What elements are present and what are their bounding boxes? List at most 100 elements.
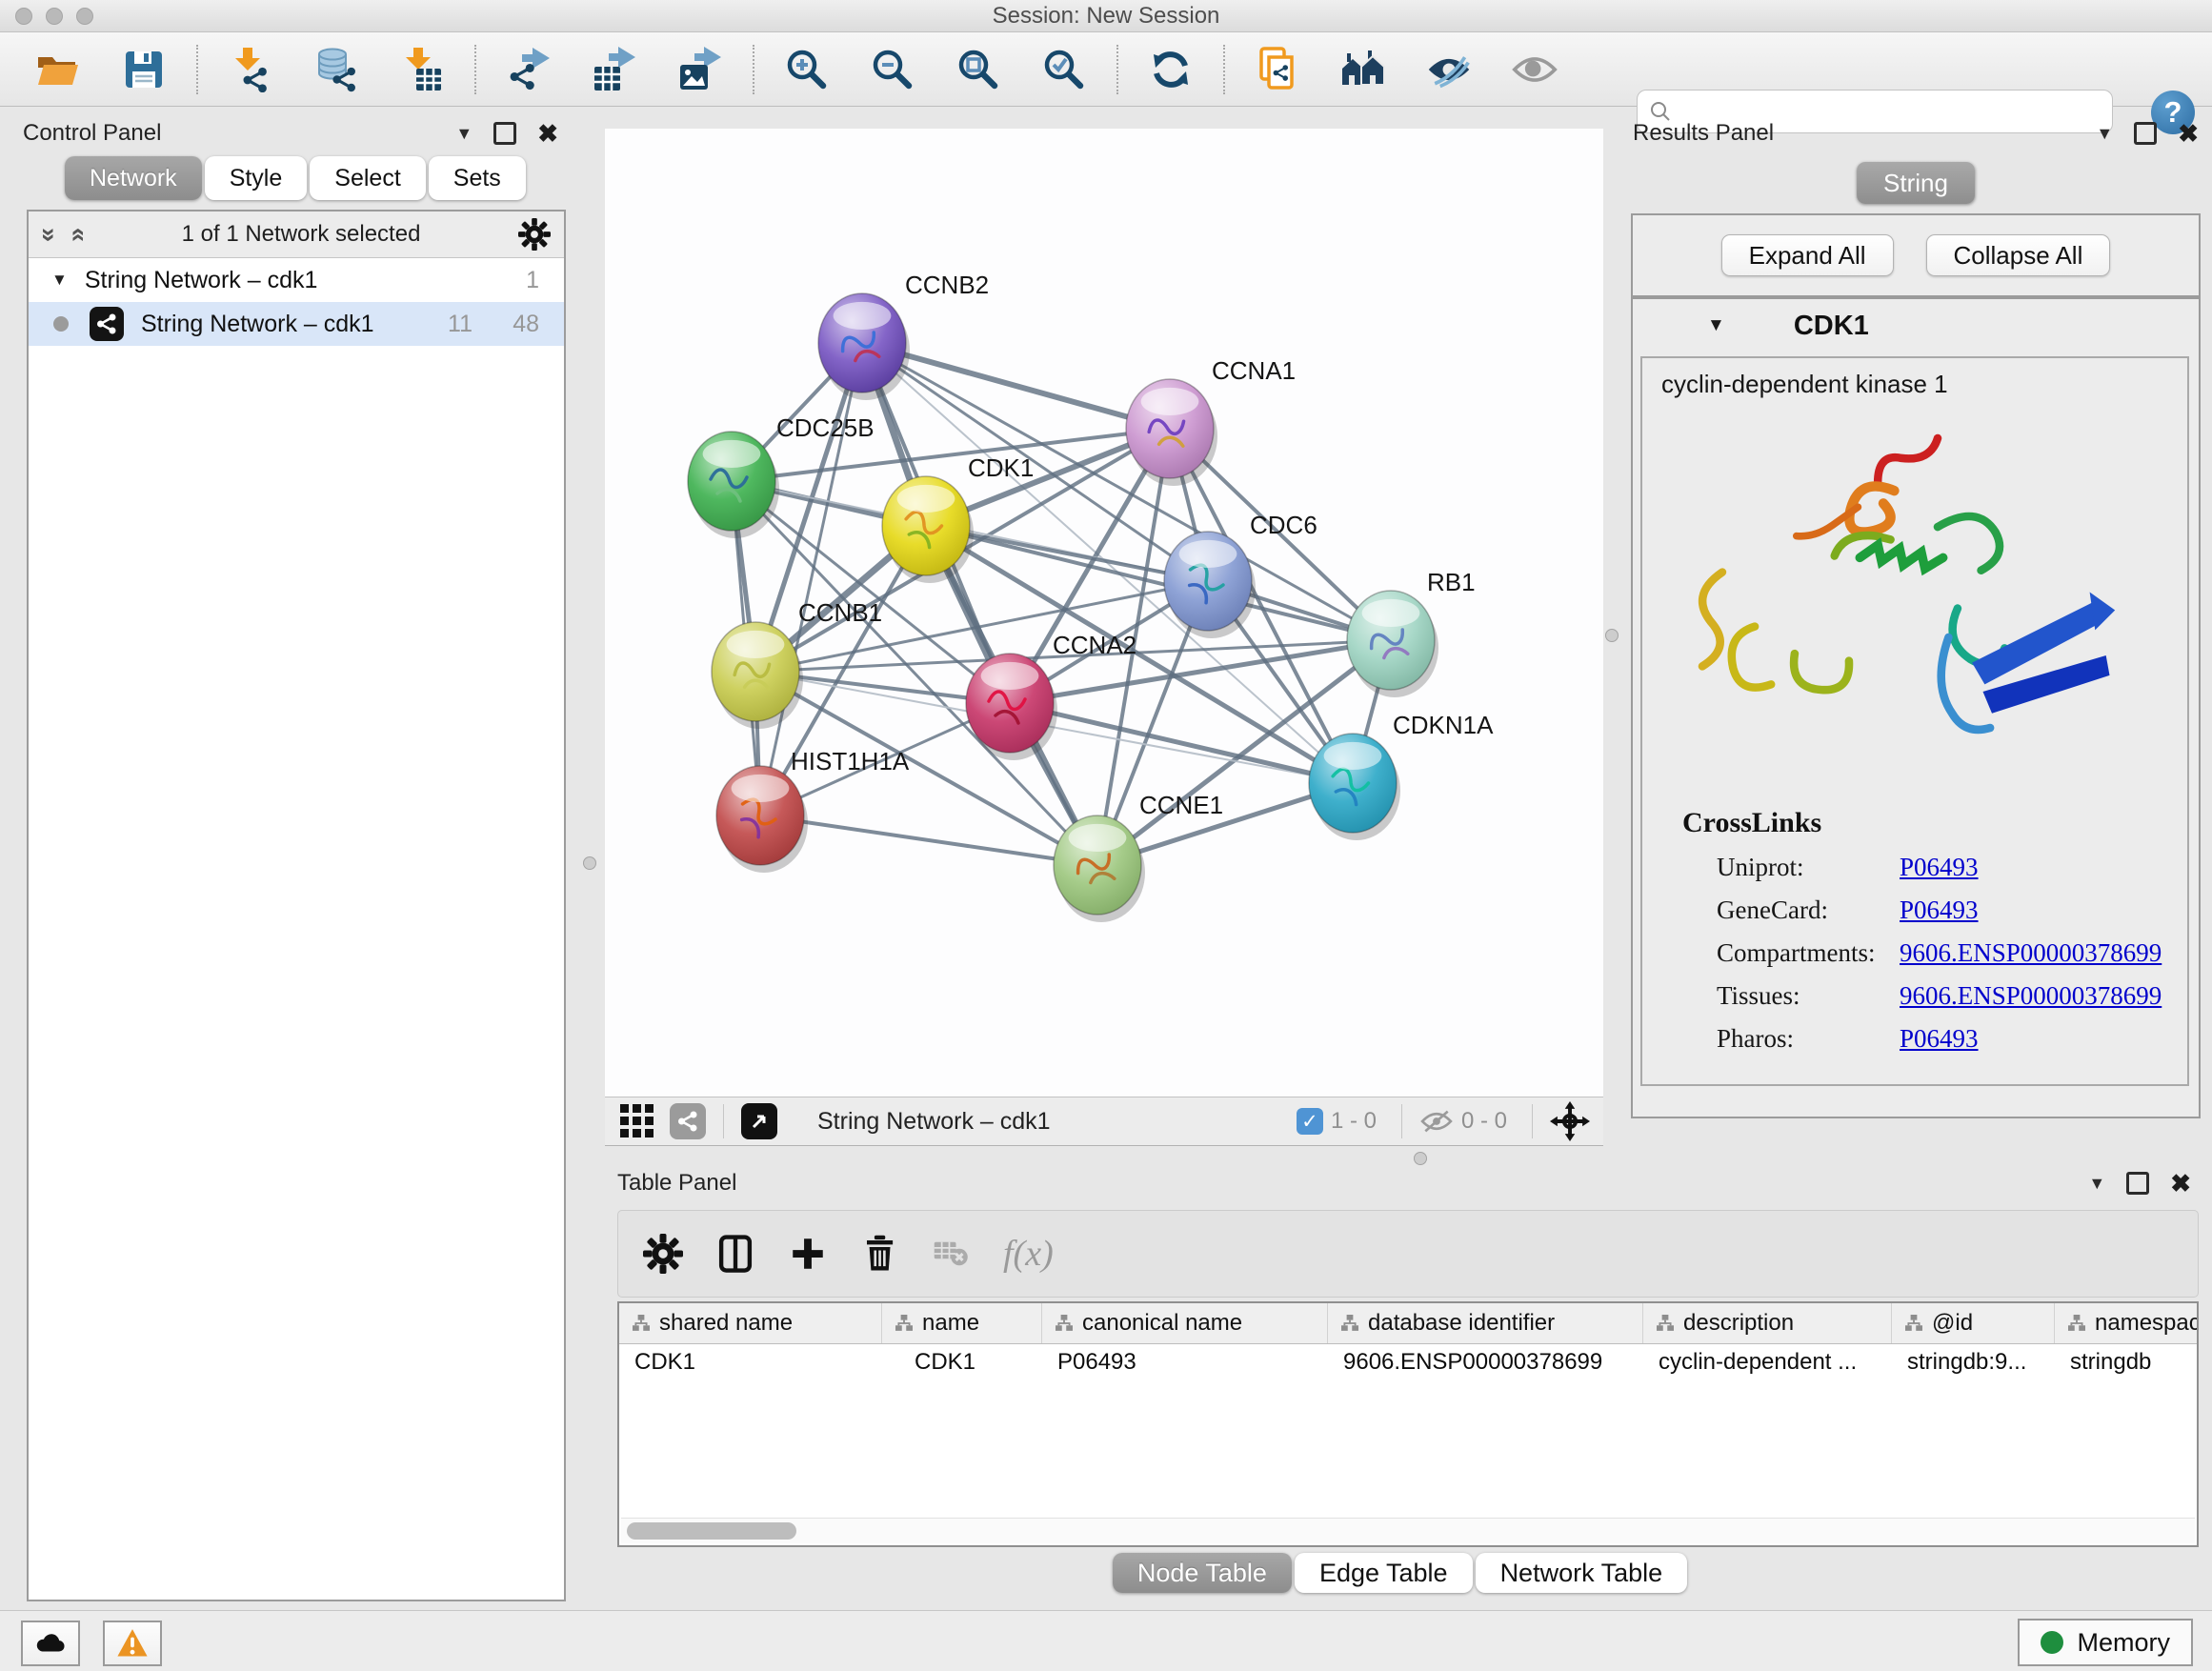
crosshair-icon[interactable] (1550, 1097, 1590, 1145)
network-node-CDKN1A[interactable] (1309, 734, 1400, 840)
network-edge-CCNA2-CDKN1A[interactable] (1010, 703, 1353, 783)
export-table-icon[interactable] (591, 46, 638, 93)
toolbar-separator (1116, 45, 1118, 94)
refresh-icon[interactable] (1147, 46, 1195, 93)
network-edge-HIST1H1A-CCNE1[interactable] (760, 815, 1097, 865)
network-collection-row[interactable]: ▼ String Network – cdk1 1 (29, 258, 564, 302)
control-panel-tabs: Network Style Select Sets (65, 156, 529, 200)
network-node-CCNA1[interactable] (1126, 379, 1217, 486)
tab-select[interactable]: Select (310, 156, 425, 200)
column-header[interactable]: namespac (2055, 1303, 2197, 1343)
import-network-file-icon[interactable] (227, 46, 274, 93)
bottom-splitter-handle[interactable] (1414, 1152, 1427, 1165)
save-session-icon[interactable] (120, 46, 168, 93)
collection-caret-icon[interactable]: ▼ (51, 271, 68, 290)
column-header[interactable]: description (1643, 1303, 1892, 1343)
hidden-eye-icon[interactable] (1419, 1109, 1454, 1134)
tab-string[interactable]: String (1857, 162, 1975, 204)
column-header[interactable]: @id (1892, 1303, 2055, 1343)
zoom-in-icon[interactable] (783, 46, 831, 93)
crosslink-link[interactable]: 9606.ENSP00000378699 (1900, 938, 2162, 968)
navigator-icon[interactable] (741, 1103, 777, 1139)
crosslink-link[interactable]: P06493 (1900, 853, 1979, 882)
string-import-icon[interactable] (1254, 46, 1301, 93)
memory-button[interactable]: Memory (2018, 1619, 2193, 1666)
panel-close-icon[interactable]: ✖ (537, 121, 558, 146)
expand-all-networks-icon[interactable]: » (34, 227, 64, 241)
crosslink-link[interactable]: P06493 (1900, 1024, 1979, 1054)
warning-button[interactable] (103, 1621, 162, 1666)
expand-all-button[interactable]: Expand All (1721, 234, 1894, 276)
network-options-gear-icon[interactable] (518, 218, 551, 251)
panel-menu-icon[interactable]: ▼ (455, 124, 473, 144)
column-header[interactable]: canonical name (1042, 1303, 1328, 1343)
network-row[interactable]: String Network – cdk1 11 48 (29, 302, 564, 346)
cloud-button[interactable] (21, 1621, 80, 1666)
collapse-all-networks-icon[interactable]: » (62, 227, 91, 241)
zoom-fit-icon[interactable] (955, 46, 1002, 93)
collapse-all-button[interactable]: Collapse All (1926, 234, 2111, 276)
panel-menu-icon[interactable]: ▼ (2096, 124, 2113, 144)
crosslink-row: Pharos: P06493 (1717, 1024, 2187, 1054)
protein-header[interactable]: ▼ CDK1 (1633, 299, 2199, 352)
crosslink-row: GeneCard: P06493 (1717, 896, 2187, 925)
columns-icon[interactable] (714, 1232, 757, 1276)
panel-menu-icon[interactable]: ▼ (2088, 1174, 2105, 1194)
table-cell: stringdb (2055, 1349, 2197, 1376)
network-node-RB1[interactable] (1347, 591, 1438, 697)
panel-close-icon[interactable]: ✖ (2170, 1171, 2191, 1196)
clear-table-icon[interactable] (931, 1232, 975, 1276)
panel-float-icon[interactable] (493, 122, 516, 145)
tab-style[interactable]: Style (205, 156, 308, 200)
network-node-CCNB2[interactable] (818, 293, 910, 400)
tab-edge-table[interactable]: Edge Table (1295, 1553, 1473, 1593)
crosslink-link[interactable]: 9606.ENSP00000378699 (1900, 981, 2162, 1011)
crosslink-link[interactable]: P06493 (1900, 896, 1979, 925)
tab-network[interactable]: Network (65, 156, 202, 200)
crosslink-label: GeneCard: (1717, 896, 1880, 925)
show-all-eye-icon[interactable] (1511, 46, 1558, 93)
network-node-CCNB1[interactable] (712, 622, 803, 729)
tab-node-table[interactable]: Node Table (1113, 1553, 1292, 1593)
grid-icon[interactable] (618, 1097, 656, 1145)
zoom-selected-icon[interactable] (1040, 46, 1088, 93)
current-network-name: String Network – cdk1 (817, 1108, 1051, 1136)
import-network-database-icon[interactable] (312, 46, 360, 93)
network-edge-count: 48 (473, 311, 539, 338)
network-node-CDK1[interactable] (882, 476, 974, 583)
zoom-out-icon[interactable] (869, 46, 916, 93)
houses-icon[interactable] (1339, 46, 1387, 93)
network-node-HIST1H1A[interactable] (716, 766, 808, 873)
selected-checkbox[interactable]: ✓ (1297, 1108, 1323, 1135)
node-table: shared namenamecanonical namedatabase id… (617, 1301, 2199, 1547)
table-row[interactable]: CDK1CDK1P064939606.ENSP00000378699cyclin… (619, 1344, 2197, 1380)
tab-network-table[interactable]: Network Table (1476, 1553, 1688, 1593)
panel-float-icon[interactable] (2126, 1172, 2149, 1195)
column-header[interactable]: name (882, 1303, 1042, 1343)
horizontal-scrollbar[interactable] (621, 1518, 2195, 1543)
delete-icon[interactable] (858, 1232, 902, 1276)
column-header[interactable]: shared name (619, 1303, 882, 1343)
right-splitter-handle[interactable] (1605, 629, 1619, 642)
gear-icon[interactable] (641, 1232, 685, 1276)
export-network-icon[interactable] (505, 46, 553, 93)
protein-caret-icon[interactable]: ▼ (1707, 315, 1725, 336)
export-image-icon[interactable] (676, 46, 724, 93)
network-node-CCNA2[interactable] (966, 654, 1057, 760)
column-header[interactable]: database identifier (1328, 1303, 1643, 1343)
crosslink-row: Compartments: 9606.ENSP00000378699 (1717, 938, 2187, 968)
tab-sets[interactable]: Sets (429, 156, 526, 200)
share-badge-icon[interactable] (670, 1103, 706, 1139)
left-splitter-handle[interactable] (583, 856, 596, 870)
hide-selected-eye-icon[interactable] (1425, 46, 1473, 93)
import-table-file-icon[interactable] (398, 46, 446, 93)
network-canvas[interactable]: CCNB2CCNA1CDC25BCDK1CDC6RB1CCNB1CCNA2CDK… (605, 129, 1603, 1097)
network-node-CCNE1[interactable] (1054, 815, 1145, 922)
add-icon[interactable] (786, 1232, 830, 1276)
network-node-CDC6[interactable] (1164, 532, 1256, 638)
function-icon[interactable]: f(x) (1003, 1233, 1054, 1275)
panel-float-icon[interactable] (2134, 122, 2157, 145)
open-file-icon[interactable] (34, 46, 82, 93)
scrollbar-thumb[interactable] (627, 1522, 796, 1540)
panel-close-icon[interactable]: ✖ (2178, 121, 2199, 146)
